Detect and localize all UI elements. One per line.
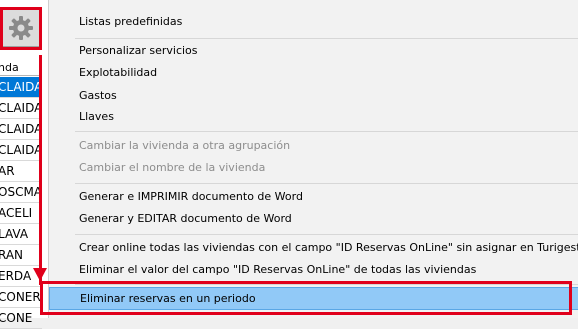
menu-item-llaves[interactable]: Llaves (49, 106, 578, 128)
context-menu: Listas predefinidas Personalizar servici… (48, 0, 578, 318)
annotation-arrow-head (33, 268, 47, 281)
list-item[interactable]: OSCMA (0, 182, 42, 203)
annotation-arrow-line (39, 55, 42, 285)
menu-item-eliminar-valor-id[interactable]: Eliminar el valor del campo "ID Reservas… (49, 259, 578, 281)
menu-item-gastos[interactable]: Gastos (49, 85, 578, 107)
list-column-header-label: nda (0, 61, 19, 74)
gear-icon (9, 16, 33, 40)
list-column-header[interactable]: nda (0, 59, 42, 76)
list-item[interactable]: CONER (0, 287, 42, 308)
viviendas-list-panel: nda CLAIDA CLAIDA CLAIDA CLAIDA AR OSCMA… (0, 0, 48, 329)
menu-item-eliminar-reservas-periodo[interactable]: Eliminar reservas en un periodo (49, 287, 578, 310)
list-item[interactable]: CLAIDA (0, 119, 42, 140)
list-item[interactable]: LAVA (0, 224, 42, 245)
menu-separator (75, 131, 578, 132)
list-item[interactable]: CLAIDA (0, 98, 42, 119)
menu-separator (75, 234, 578, 235)
list-item[interactable]: CLAIDA (0, 77, 42, 98)
menu-separator (75, 38, 578, 39)
menu-item-listas-predefinidas[interactable]: Listas predefinidas (49, 11, 578, 33)
menu-item-generar-imprimir-word[interactable]: Generar e IMPRIMIR documento de Word (49, 186, 578, 208)
list-item[interactable]: RAN (0, 245, 42, 266)
menu-item-crear-online[interactable]: Crear online todas las viviendas con el … (49, 237, 578, 259)
menu-item-personalizar-servicios[interactable]: Personalizar servicios (49, 40, 578, 62)
list-item[interactable]: CONE (0, 308, 42, 329)
list-item[interactable]: CLAIDA (0, 140, 42, 161)
settings-button[interactable] (2, 9, 40, 47)
menu-item-cambiar-nombre[interactable]: Cambiar el nombre de la vivienda (49, 157, 578, 179)
menu-item-generar-editar-word[interactable]: Generar y EDITAR documento de Word (49, 208, 578, 230)
list-item[interactable]: AR (0, 161, 42, 182)
menu-item-explotabilidad[interactable]: Explotabilidad (49, 62, 578, 84)
list-item[interactable]: ACELI (0, 203, 42, 224)
menu-item-cambiar-agrupacion[interactable]: Cambiar la vivienda a otra agrupación (49, 135, 578, 157)
menu-separator (75, 183, 578, 184)
menu-separator (75, 284, 578, 285)
